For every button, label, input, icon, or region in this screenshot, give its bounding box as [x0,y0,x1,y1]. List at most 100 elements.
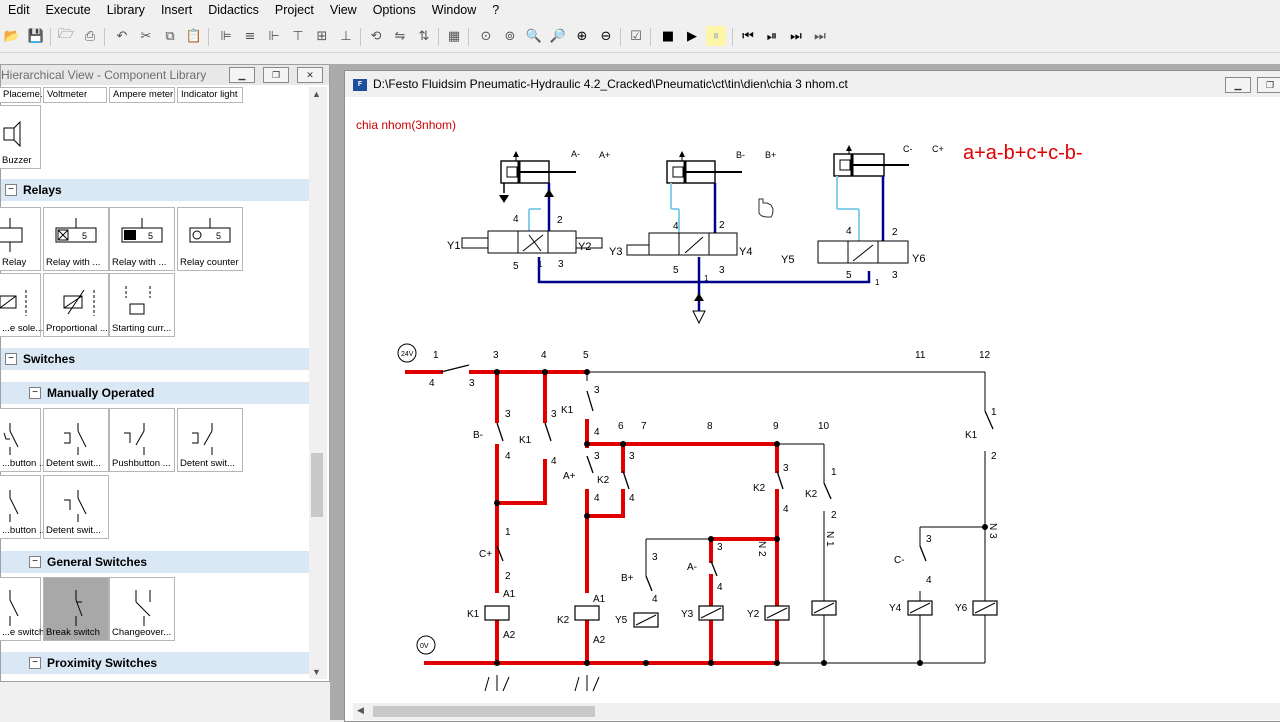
align-middle-icon[interactable]: ⊞ [312,26,332,46]
stop-icon[interactable]: ■ [658,26,678,46]
lib-item-ampere-meter[interactable]: Ampere meter [109,87,175,103]
collapse-icon[interactable]: − [5,184,17,196]
lib-item-voltmeter[interactable]: Voltmeter [43,87,107,103]
lib-item-pushbutton-2[interactable]: ...button ... [0,475,47,539]
print-icon[interactable]: ⎙ [80,26,100,46]
svg-text:Y6: Y6 [955,603,968,614]
align-left-icon[interactable]: ⊫ [216,26,236,46]
library-close-button[interactable]: ✕ [297,67,323,83]
zoom-fit-icon[interactable]: ⊚ [500,26,520,46]
align-right-icon[interactable]: ⊩ [264,26,284,46]
library-minimize-button[interactable]: ▁ [229,67,255,83]
lib-item-detent-switch-3[interactable]: Detent swit... [43,475,109,539]
section-proximity-switches[interactable]: − Proximity Switches [1,652,309,674]
cylinder-b[interactable] [666,151,742,184]
cylinder-c[interactable] [833,145,909,177]
library-restore-button[interactable]: ❐ [263,67,289,83]
collapse-icon[interactable]: − [29,387,41,399]
valve-y3-y4[interactable]: Y3 Y4 4 2 5 3 1 [609,220,752,283]
menu-help[interactable]: ? [484,0,507,20]
menu-library[interactable]: Library [99,0,153,20]
cut-icon[interactable]: ✂ [136,26,156,46]
svg-text:5: 5 [673,265,679,276]
lib-item-buzzer[interactable]: Buzzer [0,105,41,169]
collapse-icon[interactable]: − [29,657,41,669]
align-center-icon[interactable]: ≡ [240,26,260,46]
lib-item-indicator-light[interactable]: Indicator light [177,87,243,103]
zoom-previous-icon[interactable]: 🔎 [548,26,568,46]
scroll-up-icon[interactable]: ▲ [312,89,321,99]
save-icon[interactable]: 💾 [26,26,46,46]
svg-text:Y1: Y1 [447,240,460,252]
section-manually-operated[interactable]: − Manually Operated [1,382,309,404]
lib-item-make-switch[interactable]: ...e switch [0,577,44,641]
align-top-icon[interactable]: ⊤ [288,26,308,46]
lib-item-placement[interactable]: Placeme... [0,87,48,103]
rotate-icon[interactable]: ⟲ [366,26,386,46]
document-restore-button[interactable]: ❐ [1257,77,1280,93]
lib-item-relay[interactable]: Relay [0,207,41,271]
collapse-icon[interactable]: − [5,353,17,365]
reset-icon[interactable]: ⏮ [738,26,758,46]
zoom-window-icon[interactable]: 🔍 [524,26,544,46]
scroll-left-icon[interactable]: ◀ [357,705,364,716]
lib-item-changeover[interactable]: Changeover... [109,577,175,641]
menu-edit[interactable]: Edit [0,0,38,20]
collapse-icon[interactable]: − [29,556,41,568]
undo-icon[interactable]: ↶ [112,26,132,46]
horizontal-scroll-thumb[interactable] [373,706,595,717]
menu-view[interactable]: View [322,0,365,20]
play-icon[interactable]: ▶ [682,26,702,46]
menu-insert[interactable]: Insert [153,0,200,20]
horizontal-scrollbar[interactable]: ◀ [353,703,1280,720]
lib-item-relay-delay-off[interactable]: 5 Relay with ... [109,207,175,271]
svg-text:10: 10 [818,421,830,432]
section-general-switches[interactable]: − General Switches [1,551,309,573]
document-minimize-button[interactable]: ▁ [1225,77,1251,93]
library-scroll-thumb[interactable] [311,453,323,517]
menu-options[interactable]: Options [365,0,424,20]
lib-item-detent-switch-1[interactable]: Detent swit... [43,408,109,472]
copy-icon[interactable]: ⧉ [160,26,180,46]
zoom-100-icon[interactable]: ⊙ [476,26,496,46]
scroll-down-icon[interactable]: ▼ [312,667,321,677]
section-relays[interactable]: − Relays [1,179,309,201]
open-folder-icon[interactable]: 🗁 [56,26,76,46]
run-end-icon[interactable]: ⏭ [810,26,830,46]
section-switches[interactable]: − Switches [1,348,309,370]
check-icon[interactable]: ☑ [626,26,646,46]
pause-icon[interactable]: ⏸ [706,26,726,46]
valve-y1-y2[interactable]: Y1 Y2 4 2 5 3 1 [447,214,603,272]
menu-didactics[interactable]: Didactics [200,0,267,20]
svg-text:C-: C- [894,555,905,566]
lib-item-label: Proportional ... [46,323,108,334]
menu-window[interactable]: Window [424,0,484,20]
menu-project[interactable]: Project [267,0,322,20]
lib-item-starting-current[interactable]: Starting curr... [109,273,175,337]
lib-item-pushbutton-nc[interactable]: ...button ... [0,408,47,472]
svg-text:3: 3 [594,451,600,462]
lib-item-break-switch[interactable]: Break switch [43,577,109,641]
mirror-v-icon[interactable]: ⇅ [414,26,434,46]
paste-icon[interactable]: 📋 [184,26,204,46]
lib-item-solenoid[interactable]: ...e sole... [0,273,43,337]
lib-item-proportional[interactable]: Proportional ... [43,273,109,337]
step-icon[interactable]: ⏯ [762,26,782,46]
menu-execute[interactable]: Execute [38,0,99,20]
cylinder-a[interactable] [500,151,576,184]
circuit-canvas[interactable]: A- A+ B- B+ C- C+ Y1 Y2 4 2 5 3 1 Y3 Y4 … [353,97,1280,697]
valve-y5-y6[interactable]: Y5 Y6 4 2 5 3 1 [781,226,925,287]
align-bottom-icon[interactable]: ⊥ [336,26,356,46]
lib-item-relay-delay-on[interactable]: 5 Relay with ... [43,207,109,271]
grid-icon[interactable]: ▦ [444,26,464,46]
zoom-out-icon[interactable]: ⊖ [596,26,616,46]
svg-text:A2: A2 [503,630,516,641]
lib-item-pushbutton[interactable]: Pushbutton ... [109,408,175,472]
mirror-h-icon[interactable]: ⇋ [390,26,410,46]
library-scrollbar[interactable]: ▲ ▼ [309,87,327,679]
step-next-icon[interactable]: ⏭ [786,26,806,46]
zoom-in-icon[interactable]: ⊕ [572,26,592,46]
lib-item-relay-counter[interactable]: 5 Relay counter [177,207,243,271]
open-icon[interactable]: 📂 [2,26,22,46]
lib-item-detent-switch-2[interactable]: Detent swit... [177,408,243,472]
